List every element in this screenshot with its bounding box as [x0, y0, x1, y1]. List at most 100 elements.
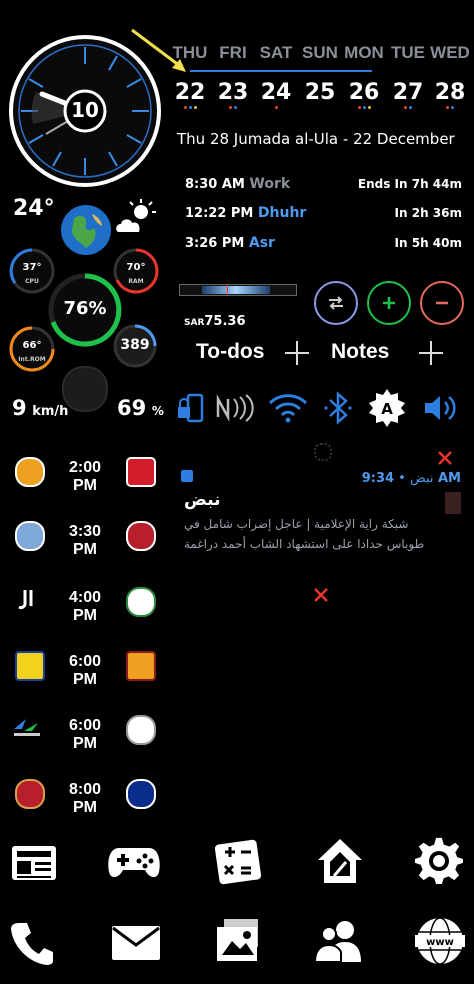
humidity-unit: %: [151, 404, 164, 418]
dismiss-icon[interactable]: [312, 586, 330, 604]
notification-card[interactable]: نبض • 9:34 AM نبض شبكة راية الإعلامية | …: [176, 466, 466, 566]
plus-icon: [419, 341, 443, 365]
event-dots: [213, 106, 253, 109]
settings-gear-icon[interactable]: [412, 834, 466, 888]
match-time: 2:00 PM: [68, 459, 102, 494]
bluetooth-icon: [324, 391, 352, 425]
add-note-button[interactable]: [417, 339, 445, 367]
dismiss-top-icon[interactable]: [436, 449, 454, 467]
news-app-icon[interactable]: [7, 836, 61, 890]
day-name: SUN: [302, 43, 338, 62]
event-dots: [430, 106, 470, 109]
team-crest-icon: [126, 715, 156, 745]
schedule-name: Work: [249, 176, 291, 192]
phone-icon[interactable]: [5, 916, 59, 970]
schedule-time: 3:26 PM: [185, 236, 245, 251]
globe-icon[interactable]: [60, 204, 112, 256]
add-todo-button[interactable]: [283, 339, 311, 367]
calculator-app-icon[interactable]: [211, 834, 265, 888]
day-number[interactable]: 24: [256, 80, 296, 105]
gamepad-app-icon[interactable]: [107, 836, 161, 890]
notes-label[interactable]: Notes: [331, 340, 389, 364]
wifi-toggle[interactable]: [268, 388, 308, 428]
home-app-icon[interactable]: [313, 834, 367, 888]
gallery-icon[interactable]: [211, 914, 265, 968]
match-row[interactable]: 2:00 PM: [0, 452, 170, 494]
team-crest-icon: [126, 521, 156, 551]
plus-icon: [285, 341, 309, 365]
team-crest-icon: [15, 587, 41, 613]
browser-www-icon[interactable]: www: [413, 914, 467, 968]
day-name: TUE: [391, 43, 425, 62]
notification-meta: نبض • 9:34 AM: [362, 471, 461, 486]
sound-toggle[interactable]: [420, 388, 460, 428]
balance-amount: SAR75.36: [184, 310, 246, 329]
schedule-time: 8:30 AM: [185, 177, 245, 192]
clock-center-number: 10: [71, 98, 99, 122]
rom-gauge[interactable]: 66° Int.ROM: [8, 325, 56, 373]
notification-dot: •: [394, 471, 406, 486]
match-time: 8:00 PM: [68, 781, 102, 816]
hijri-date: Thu 28 Jumada al-Ula - 22 December: [177, 130, 455, 148]
todos-label[interactable]: To-dos: [196, 340, 264, 364]
week-progress-line: [190, 70, 372, 72]
count-gauge[interactable]: 389: [112, 323, 158, 369]
match-row[interactable]: 3:30 PM: [0, 516, 170, 558]
add-button[interactable]: [367, 281, 411, 325]
team-crest-icon: [126, 457, 156, 487]
wind-value: 9: [12, 396, 27, 420]
match-row[interactable]: 4:00 PM: [0, 582, 170, 624]
team-crest-icon: [15, 457, 45, 487]
match-time: 6:00 PM: [68, 717, 102, 752]
nfc-toggle[interactable]: [214, 388, 254, 428]
wifi-icon: [268, 394, 308, 423]
count-value: 389: [120, 337, 150, 353]
day-number[interactable]: 25: [300, 80, 340, 105]
match-time: 4:00 PM: [68, 589, 102, 624]
day-name: SAT: [259, 43, 293, 62]
match-row[interactable]: 6:00 PM: [0, 646, 170, 688]
mail-icon[interactable]: [109, 916, 163, 970]
schedule-name: Asr: [248, 235, 275, 251]
day-number[interactable]: 27: [388, 80, 428, 105]
day-name: FRI: [219, 43, 247, 62]
schedule-time: 12:22 PM: [185, 206, 254, 221]
temperature: 24°: [13, 196, 55, 221]
notification-app: نبض: [410, 471, 434, 486]
schedule-row[interactable]: 12:22 PM Dhuhr: [185, 205, 306, 221]
schedule-name: Dhuhr: [257, 205, 307, 221]
minus-icon: [436, 301, 448, 305]
day-name: WED: [430, 43, 470, 62]
weather-sun-cloud-icon[interactable]: [115, 198, 159, 236]
day-number[interactable]: 26: [344, 80, 384, 105]
schedule-row[interactable]: 3:26 PM Asr: [185, 235, 275, 251]
notification-title: نبض: [184, 490, 221, 510]
day-number[interactable]: 22: [170, 80, 210, 105]
lock-rotation-toggle[interactable]: [170, 388, 210, 428]
screen-lock-icon: [178, 393, 204, 423]
contacts-icon[interactable]: [311, 914, 365, 968]
team-crest-icon: [126, 587, 156, 617]
bluetooth-toggle[interactable]: [318, 388, 358, 428]
subtract-button[interactable]: [420, 281, 464, 325]
match-time: 6:00 PM: [68, 653, 102, 688]
swap-button[interactable]: [314, 281, 358, 325]
match-row[interactable]: 6:00 PM: [0, 710, 170, 752]
svg-text:A: A: [381, 400, 393, 418]
event-dots: [344, 106, 384, 109]
match-row[interactable]: 8:00 PM: [0, 774, 170, 816]
empty-gauge: [62, 366, 108, 412]
auto-brightness-toggle[interactable]: A: [367, 388, 407, 428]
day-number[interactable]: 23: [213, 80, 253, 105]
team-crest-icon: [126, 651, 156, 681]
day-number[interactable]: 28: [430, 80, 470, 105]
schedule-row[interactable]: 8:30 AM Work: [185, 176, 290, 192]
humidity-value: 69: [117, 396, 147, 420]
event-dots: [256, 106, 296, 109]
notification-line1: شبكة راية الإعلامية | عاجل إضراب شامل في: [184, 517, 409, 531]
battery-value: 76%: [63, 298, 107, 319]
wind-unit: km/h: [32, 404, 69, 419]
notification-thumbnail: [445, 492, 461, 514]
plus-icon: [383, 297, 395, 309]
event-dots: [388, 106, 428, 109]
